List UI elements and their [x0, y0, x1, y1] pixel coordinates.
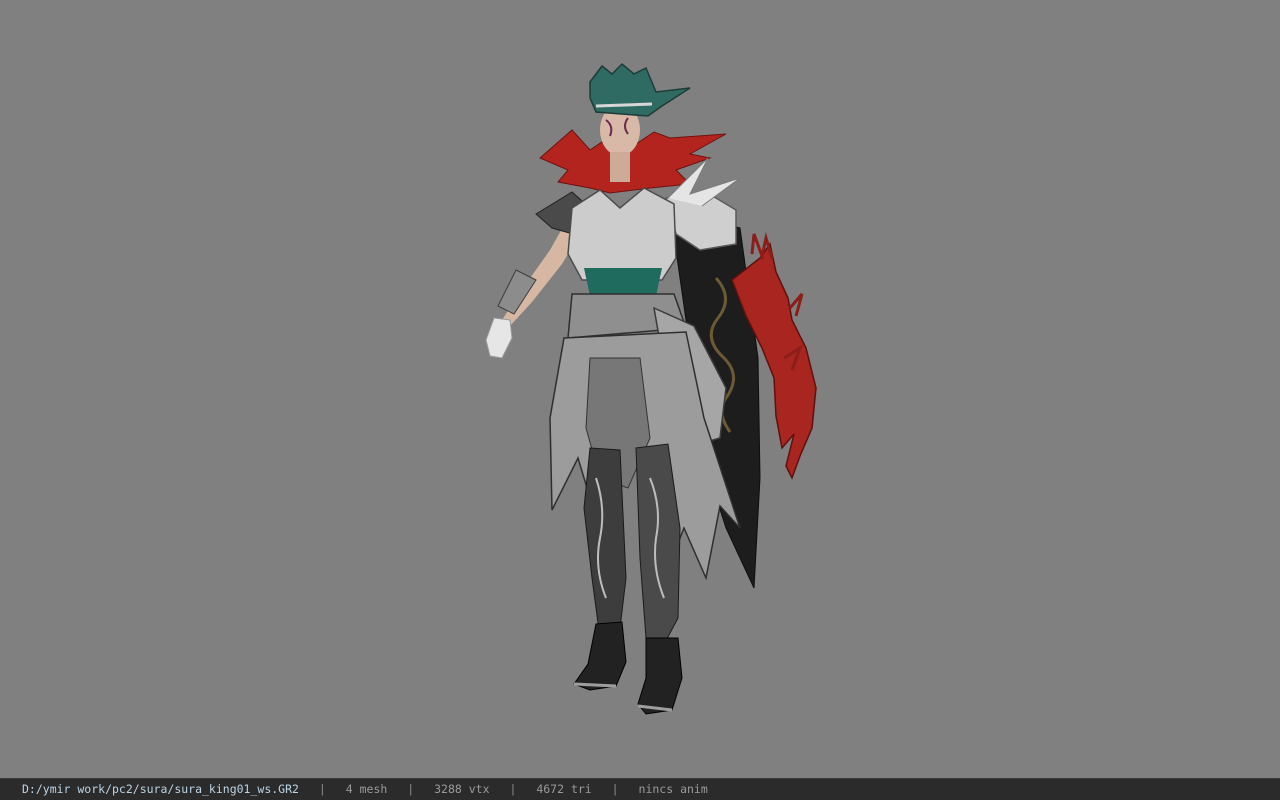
status-bar: D:/ymir work/pc2/sura/sura_king01_ws.GR2…: [0, 778, 1280, 800]
separator: |: [407, 782, 415, 796]
left-boot: [573, 621, 627, 691]
separator: |: [318, 782, 326, 796]
separator: |: [509, 782, 517, 796]
left-leg: [583, 447, 627, 639]
crown: [589, 62, 691, 117]
mesh-count: 4 mesh: [345, 782, 388, 796]
left-glove: [485, 317, 513, 359]
crown-trim: [595, 102, 653, 108]
teal-bodice: [584, 268, 662, 296]
character-model-render[interactable]: [440, 58, 840, 722]
file-path: D:/ymir work/pc2/sura/sura_king01_ws.GR2: [22, 782, 299, 796]
breastplate: [567, 187, 677, 281]
right-boot: [637, 637, 683, 715]
animation-status: nincs anim: [638, 782, 708, 796]
triangle-count: 4672 tri: [536, 782, 592, 796]
3d-viewport[interactable]: [0, 0, 1280, 778]
separator: |: [611, 782, 619, 796]
neck: [610, 152, 630, 182]
vertex-count: 3288 vtx: [434, 782, 490, 796]
